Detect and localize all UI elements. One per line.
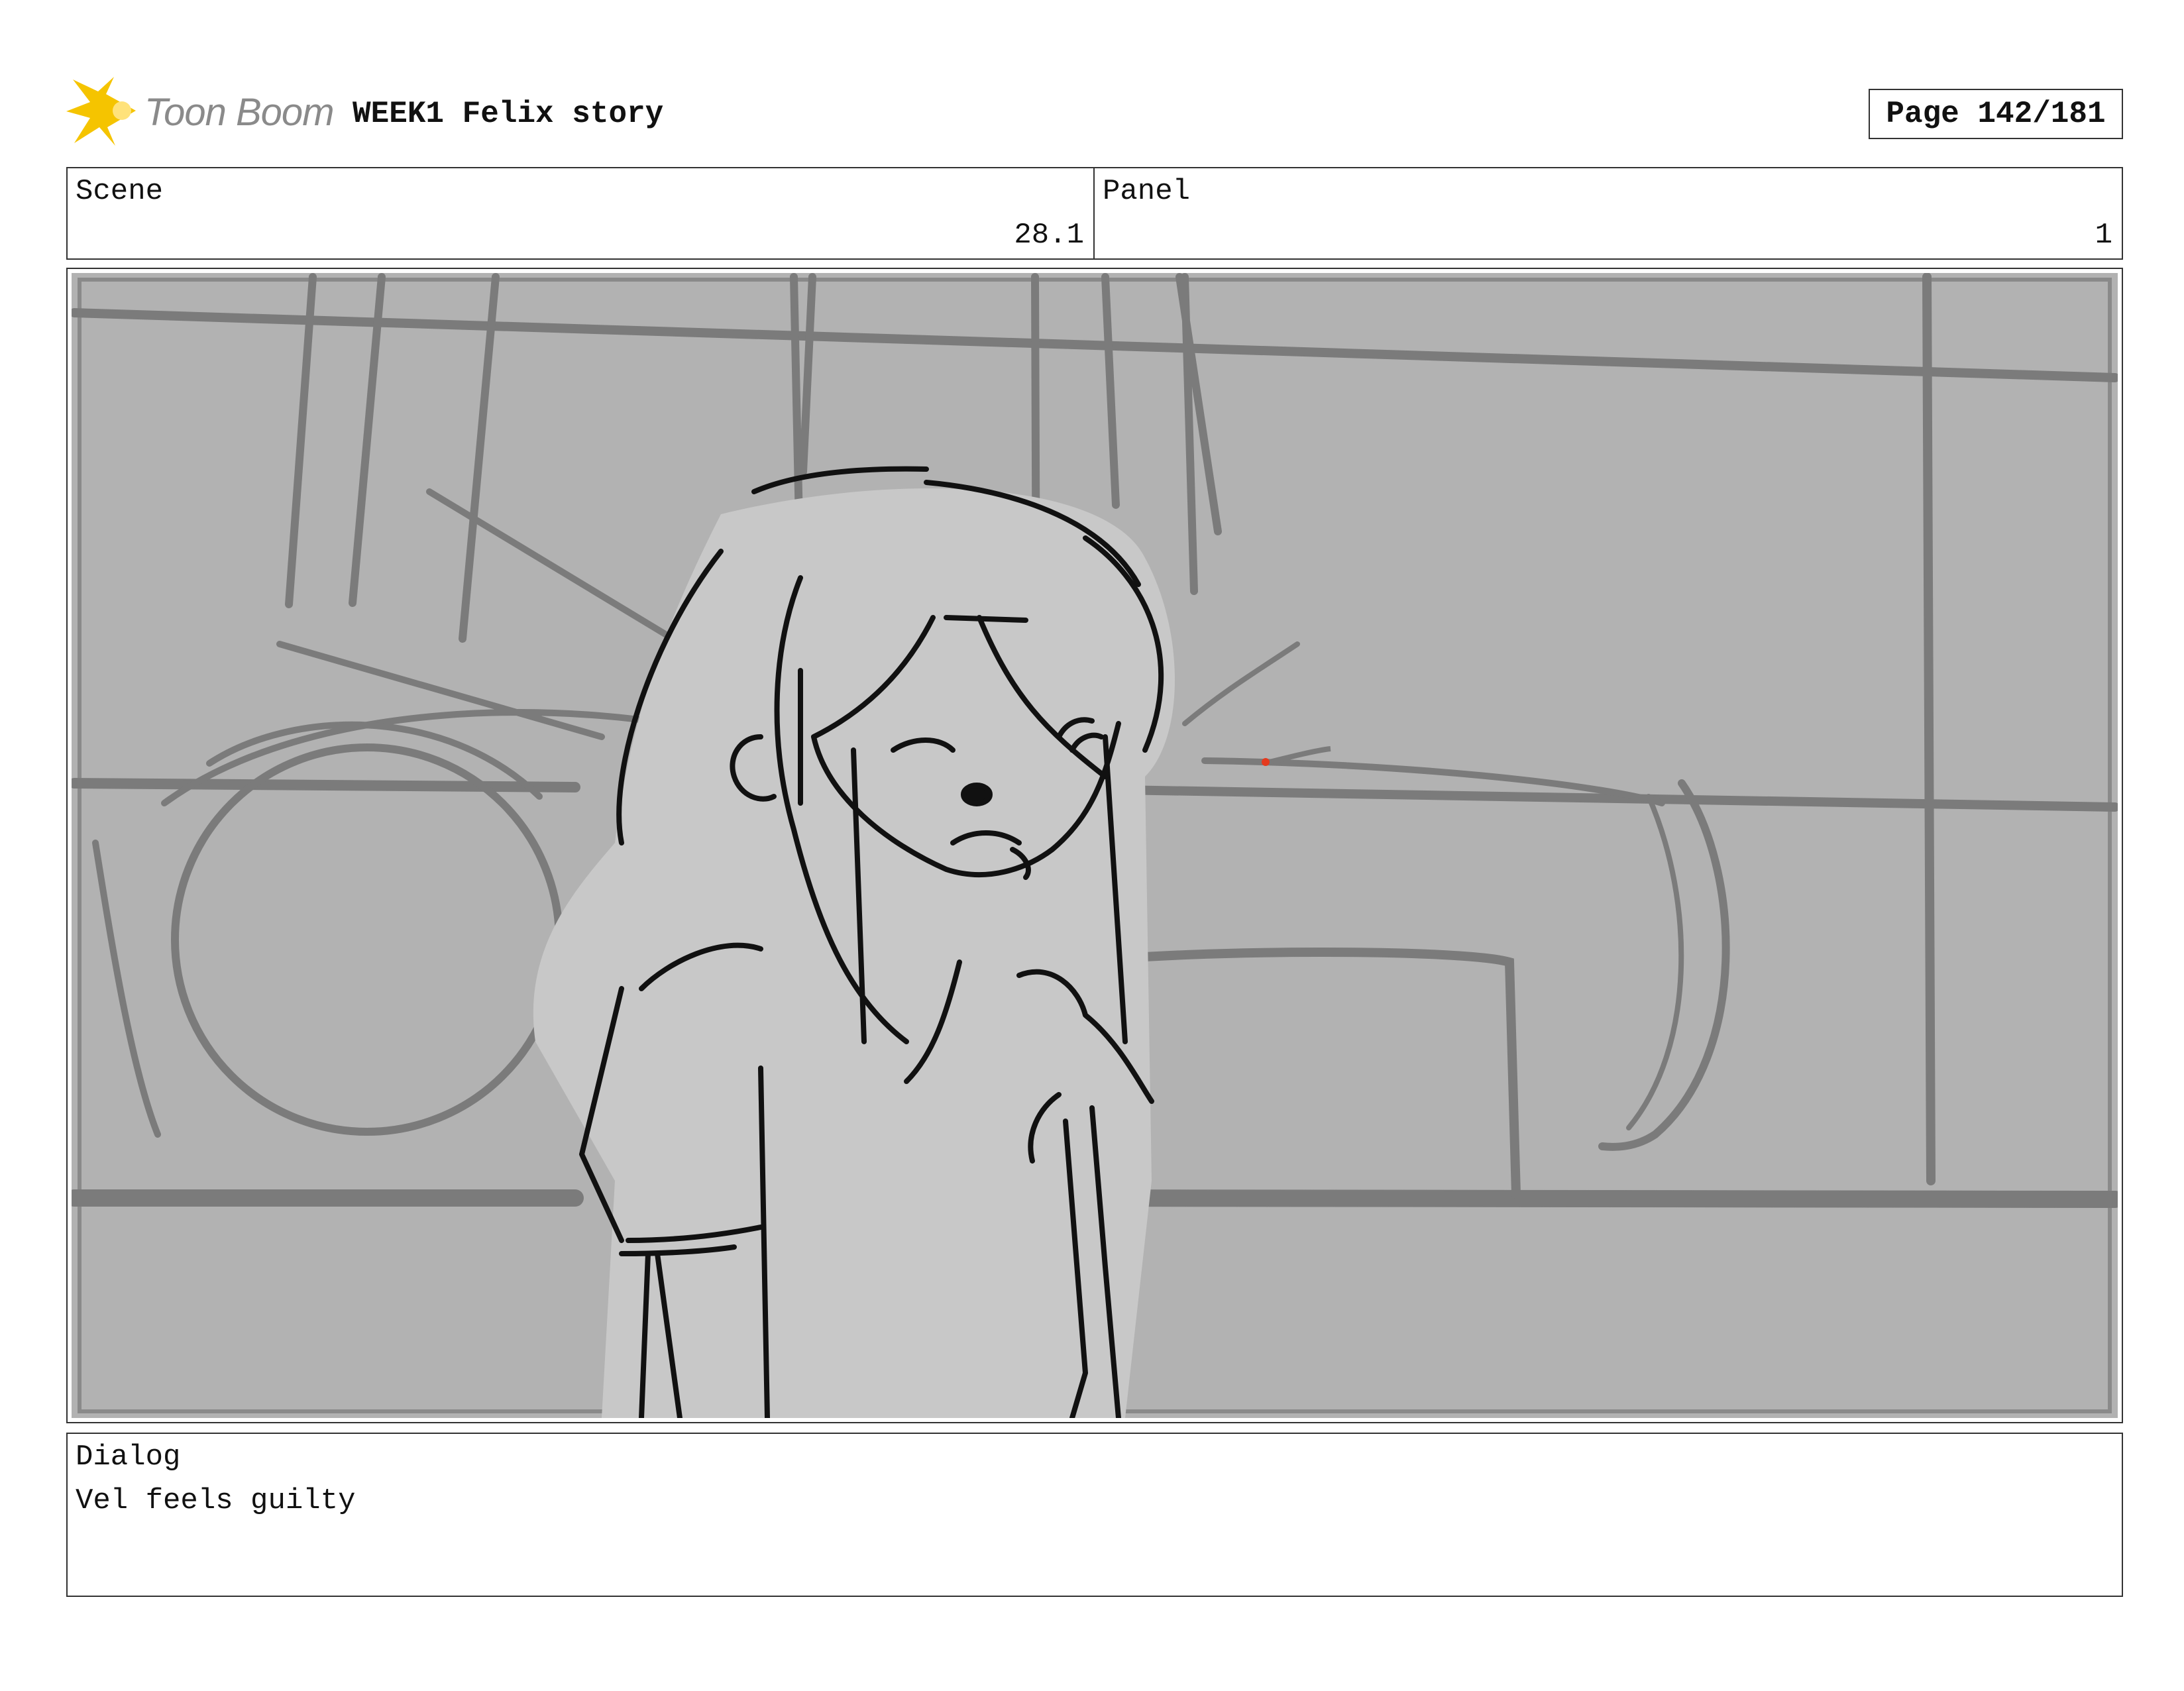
panel-number: 1 (2095, 219, 2112, 252)
dialog-box: Dialog Vel feels guilty (66, 1433, 2123, 1597)
scene-label: Scene (76, 175, 164, 208)
project-title: WEEK1 Felix story (353, 97, 664, 131)
scene-cell: Scene 28.1 (68, 168, 1095, 258)
panel-label: Panel (1103, 175, 1191, 208)
logo-burst-icon (66, 77, 136, 146)
toon-boom-logo: Toon Boom (66, 74, 345, 154)
panel-cell: Panel 1 (1095, 168, 2122, 258)
red-mark (1262, 758, 1270, 766)
scene-number: 28.1 (1014, 219, 1084, 252)
logo-text: Toon Boom (144, 91, 335, 134)
dialog-label: Dialog (76, 1441, 181, 1474)
scene-panel-info: Scene 28.1 Panel 1 (66, 167, 2123, 260)
storyboard-sketch (72, 273, 2118, 1418)
dialog-text: Vel feels guilty (76, 1484, 356, 1517)
page-indicator: Page 142/181 (1869, 89, 2123, 139)
storyboard-panel-frame (66, 268, 2123, 1423)
